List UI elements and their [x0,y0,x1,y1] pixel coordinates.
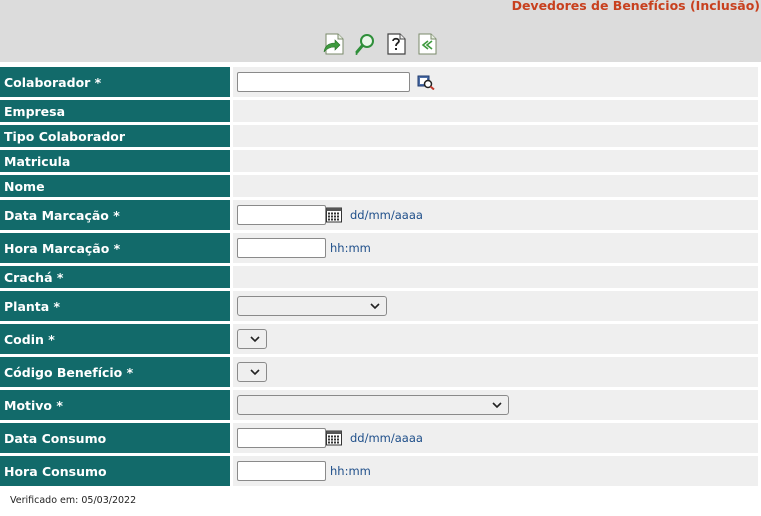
search-button[interactable] [354,32,376,56]
row-empresa: Empresa [0,100,761,122]
row-colaborador: Colaborador * [0,67,761,97]
row-data-consumo: Data Consumo dd/mm/aaaa [0,423,761,453]
colaborador-input[interactable] [237,72,410,92]
codin-field-cell [233,324,758,354]
row-codin: Codin * [0,324,761,354]
calendar-icon [326,430,342,446]
codigo-beneficio-field-cell [233,357,758,387]
help-icon [387,33,406,55]
hora-consumo-label: Hora Consumo [0,456,230,486]
save-button[interactable] [323,32,345,56]
planta-label: Planta * [0,291,230,321]
chevron-down-icon [370,303,380,310]
chevron-down-icon [492,402,502,409]
hora-marcacao-format-hint: hh:mm [330,241,371,255]
cracha-value [233,266,758,288]
hora-consumo-format-hint: hh:mm [330,464,371,478]
row-codigo-beneficio: Código Benefício * [0,357,761,387]
nome-value [233,175,758,197]
data-consumo-input[interactable] [237,428,326,448]
chevron-down-icon [250,336,260,343]
motivo-label: Motivo * [0,390,230,420]
lookup-search-icon [417,75,435,91]
planta-select[interactable] [237,296,387,316]
matricula-value [233,150,758,172]
calendar-icon [326,207,342,223]
motivo-field-cell [233,390,758,420]
planta-field-cell [233,291,758,321]
row-tipo-colaborador: Tipo Colaborador [0,125,761,147]
tipo-colaborador-label: Tipo Colaborador [0,125,230,147]
page-header: Devedores de Benefícios (Inclusão) [0,0,761,62]
colaborador-field-cell [233,67,758,97]
nome-label: Nome [0,175,230,197]
data-marcacao-input[interactable] [237,205,326,225]
hora-marcacao-label: Hora Marcação * [0,233,230,263]
hora-marcacao-input[interactable] [237,238,326,258]
colaborador-label: Colaborador * [0,67,230,97]
row-nome: Nome [0,175,761,197]
hora-marcacao-field-cell: hh:mm [233,233,758,263]
hora-consumo-field-cell: hh:mm [233,456,758,486]
search-icon [355,34,374,55]
data-marcacao-format-hint: dd/mm/aaaa [350,208,423,222]
data-consumo-label: Data Consumo [0,423,230,453]
hora-consumo-input[interactable] [237,461,326,481]
codigo-beneficio-label: Código Benefício * [0,357,230,387]
row-planta: Planta * [0,291,761,321]
data-consumo-format-hint: dd/mm/aaaa [350,431,423,445]
row-hora-marcacao: Hora Marcação * hh:mm [0,233,761,263]
verified-date-footer: Verificado em: 05/03/2022 [10,495,137,506]
save-arrow-icon [323,33,344,55]
data-consumo-calendar-button[interactable] [326,430,342,446]
back-button[interactable] [416,32,438,56]
back-icon [418,33,437,55]
codigo-beneficio-select[interactable] [237,362,267,382]
page-title: Devedores de Benefícios (Inclusão) [511,0,760,13]
lookup-button[interactable] [417,74,435,91]
row-matricula: Matricula [0,150,761,172]
chevron-down-icon [250,369,260,376]
data-marcacao-field-cell: dd/mm/aaaa [233,200,758,230]
codin-label: Codin * [0,324,230,354]
row-data-marcacao: Data Marcação * dd/mm/aaaa [0,200,761,230]
data-marcacao-calendar-button[interactable] [326,207,342,223]
empresa-label: Empresa [0,100,230,122]
row-motivo: Motivo * [0,390,761,420]
matricula-label: Matricula [0,150,230,172]
cracha-label: Crachá * [0,266,230,288]
data-consumo-field-cell: dd/mm/aaaa [233,423,758,453]
data-marcacao-label: Data Marcação * [0,200,230,230]
motivo-select[interactable] [237,395,509,415]
row-cracha: Crachá * [0,266,761,288]
help-button[interactable] [385,32,407,56]
toolbar [323,31,438,57]
tipo-colaborador-value [233,125,758,147]
row-hora-consumo: Hora Consumo hh:mm [0,456,761,486]
empresa-value [233,100,758,122]
codin-select[interactable] [237,329,267,349]
